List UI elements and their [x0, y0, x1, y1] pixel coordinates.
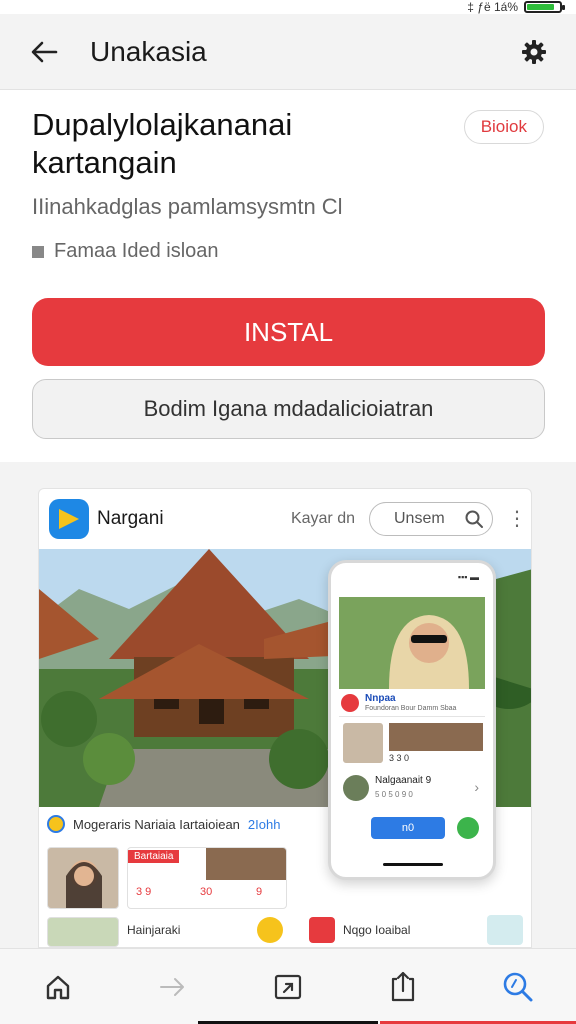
- phone-row-avatar: [343, 775, 369, 801]
- phone-card-header: Nnpaa Foundoran Bour Damm Sbaa: [339, 691, 485, 717]
- app-meta: Famaa Ided isloan: [32, 240, 219, 263]
- app-bar: Unakasia: [0, 14, 576, 90]
- chevron-right-icon: ›: [474, 779, 479, 795]
- home-icon: [46, 975, 69, 999]
- arrow-left-icon: [31, 41, 58, 62]
- phone-card-title: Nnpaa: [365, 693, 396, 704]
- settings-button[interactable]: [516, 34, 552, 70]
- phone-row: Nalgaanait 9 5 0 5 0 9 0 ›: [339, 771, 485, 807]
- install-button[interactable]: INSTAL: [32, 298, 545, 366]
- preview-chip: Bartaiaia: [128, 850, 180, 863]
- preview-row-thumb: [47, 917, 119, 947]
- preview-row-label-1: Hainjaraki: [127, 923, 181, 937]
- phone-app-icon: [341, 694, 359, 712]
- battery-level: [527, 4, 555, 10]
- battery-icon: [524, 1, 565, 13]
- preview-num-3: 9: [256, 886, 263, 898]
- status-bar: ‡ ƒë 1á%: [0, 0, 576, 14]
- phone-mockup: ▪▪▪ ▬ Nnpaa Foundoran Bour Damm Sbaa 3 3…: [328, 560, 496, 880]
- nav-home[interactable]: [28, 957, 88, 1017]
- app-title: Dupalylolajkananai kartangain: [32, 107, 293, 180]
- phone-status-bar: ▪▪▪ ▬: [457, 572, 479, 582]
- phone-stat: 3 3 0: [389, 753, 410, 763]
- phone-photo: [339, 597, 485, 689]
- phone-row-title: Nalgaanait 9: [375, 775, 432, 786]
- share-icon: [274, 974, 302, 999]
- home-indicator: [383, 863, 443, 866]
- upload-icon: [392, 971, 415, 1001]
- preview-avatar-card: [47, 847, 119, 909]
- app-logo-icon: [49, 499, 89, 539]
- app-icon: [309, 917, 335, 943]
- preview-search: Unsem: [369, 502, 493, 536]
- phone-button: n0: [371, 817, 445, 839]
- status-text: ‡ ƒë 1á%: [467, 0, 518, 14]
- person-icon: [66, 860, 102, 908]
- preview-row-label-2: Nqgo Ioaibal: [343, 923, 411, 937]
- preview-caption-text: Mogeraris Nariaia Iartaioiean: [73, 816, 240, 832]
- caption-dot-icon: [47, 815, 65, 833]
- preview-num-1: 3 9: [136, 886, 152, 898]
- app-details: Dupalylolajkananai kartangain Bioiok IIi…: [0, 90, 576, 462]
- arrow-right-icon: [159, 977, 184, 996]
- nav-share[interactable]: [258, 957, 318, 1017]
- preview-media-card: Bartaiaia 3 9 30 9: [127, 847, 287, 909]
- more-vertical-icon: ⋮: [507, 508, 527, 530]
- nav-search[interactable]: [488, 957, 548, 1017]
- nav-forward[interactable]: [143, 957, 203, 1017]
- search-icon: [465, 510, 483, 528]
- settings-chip-icon: [487, 915, 523, 945]
- phone-row-sub: 5 0 5 0 9 0: [375, 790, 413, 799]
- preview-header: Nargani Kayar dn Unsem ⋮: [39, 489, 531, 549]
- app-meta-text: Famaa Ided isloan: [54, 240, 219, 262]
- square-icon: [32, 245, 44, 258]
- app-subtitle: IIinahkadglas pamlamsysmtn Cl: [32, 194, 343, 219]
- search-icon: [504, 972, 533, 1001]
- status-badge[interactable]: Bioiok: [463, 110, 544, 144]
- phone-avatar: [343, 723, 383, 763]
- secondary-button[interactable]: Bodim Igana mdadalicioiatran: [32, 379, 545, 439]
- preview-app-name: Nargani: [97, 508, 164, 529]
- preview-link: Kayar dn: [290, 510, 355, 527]
- preview-caption-accent: 2Iohh: [247, 816, 281, 832]
- coin-icon: [257, 917, 283, 943]
- nav-upload[interactable]: [373, 957, 433, 1017]
- phone-card-sub: Foundoran Bour Damm Sbaa: [365, 705, 457, 712]
- back-button[interactable]: [24, 32, 64, 72]
- phone-thumb: [389, 723, 483, 751]
- preview-num-2: 30: [200, 886, 213, 898]
- preview-search-text: Unsem: [394, 510, 445, 527]
- page-title: Unakasia: [90, 35, 207, 67]
- phone-fab-icon: [457, 817, 479, 839]
- bottom-nav: [0, 948, 576, 1024]
- gear-icon: [522, 39, 546, 64]
- preview-caption: Mogeraris Nariaia Iartaioiean 2Iohh: [47, 815, 280, 833]
- preview-thumb: [206, 848, 286, 880]
